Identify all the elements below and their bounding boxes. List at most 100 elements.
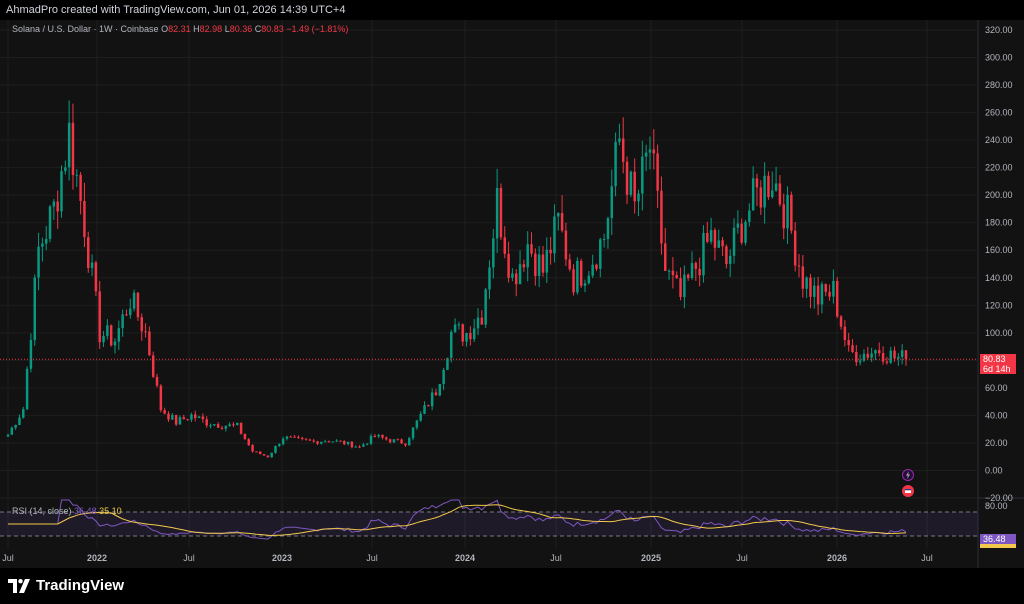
candle-body (247, 439, 250, 446)
candle-body (274, 446, 277, 453)
candle-body (151, 355, 155, 377)
candle-body (660, 190, 663, 244)
candle-body (851, 345, 854, 353)
candle-body (350, 441, 354, 448)
candle-body (190, 414, 193, 420)
candle-body (683, 274, 686, 298)
high-value: 82.98 (199, 24, 223, 34)
candle-body (664, 243, 667, 271)
calendar-flag-icon[interactable] (902, 485, 914, 497)
candle-body (793, 230, 797, 266)
candle-body (541, 254, 545, 273)
candle-body (820, 283, 824, 305)
candle-body (534, 253, 537, 276)
candle-body (453, 324, 457, 332)
candle-body (709, 230, 713, 242)
candle-body (289, 436, 293, 438)
candle-body (281, 438, 285, 445)
candle-body (109, 325, 113, 346)
candle-body (346, 441, 350, 445)
candle-body (564, 230, 568, 260)
candle-body (87, 237, 90, 269)
candle-body (331, 441, 335, 443)
candle-body (216, 424, 220, 428)
candle-body (232, 424, 235, 426)
candle-body (690, 263, 694, 279)
candle-body (335, 440, 338, 442)
time-tick-label: Jul (2, 553, 14, 563)
close-value: 80.83 (261, 24, 284, 34)
candle-body (25, 368, 29, 410)
time-axis: Jul 2022 Jul 2023 Jul 2024 Jul 2025 Jul 2026 Jul (2, 553, 933, 563)
candle-body (644, 152, 648, 157)
candle-body (748, 210, 751, 222)
candle-body (858, 360, 862, 363)
candle-body (373, 436, 377, 438)
candle-body (629, 171, 633, 195)
candle-body (411, 427, 415, 439)
lightning-icon[interactable] (902, 469, 914, 481)
candle-body (171, 414, 174, 420)
candle-body (125, 314, 128, 316)
candle-body (339, 440, 342, 442)
candle-body (113, 341, 117, 346)
time-tick-label: Jul (736, 553, 748, 563)
candle-body (182, 417, 186, 420)
price-tick-label: 140.00 (985, 273, 1013, 283)
candle-body (381, 434, 384, 438)
candle-body (495, 188, 499, 239)
candle-body (583, 283, 587, 286)
candle-body (782, 204, 785, 229)
candle-body (10, 427, 14, 435)
chart-canvas[interactable]: 80.00 320.00 300.00 280.00 260.00 240.00 220.… (0, 20, 1024, 568)
candle-body (889, 350, 892, 363)
candle-body (835, 280, 839, 317)
candle-body (728, 255, 732, 264)
candle-body (297, 436, 300, 438)
candle-body (801, 266, 805, 289)
tradingview-logo-text: TradingView (36, 577, 125, 594)
price-tick-label: 180.00 (985, 218, 1013, 228)
symbol-title[interactable]: Solana / U.S. Dollar · 1W · Coinbase (12, 24, 159, 34)
candle-body (37, 246, 40, 278)
candle-body (174, 414, 178, 425)
top-bar: AhmadPro created with TradingView.com, J… (0, 0, 1024, 20)
price-tick-label: 280.00 (985, 80, 1013, 90)
open-value: 82.31 (168, 24, 191, 34)
candle-body (771, 190, 774, 198)
candle-body (430, 392, 434, 407)
candle-body (809, 277, 812, 297)
bar-countdown: 6d 14h (983, 364, 1011, 374)
candle-body (33, 277, 36, 341)
candle-body (365, 443, 369, 445)
candle-body (767, 175, 770, 198)
candle-body (285, 436, 289, 439)
candle-body (41, 243, 44, 247)
candle-body (178, 417, 182, 425)
candle-body (136, 292, 140, 318)
candle-body (576, 260, 579, 293)
candle-body (885, 361, 889, 363)
candle-body (648, 149, 652, 153)
candle-body (522, 264, 526, 268)
tradingview-logo[interactable]: TradingView (8, 577, 124, 594)
time-tick-label: 2026 (827, 553, 847, 563)
candle-body (167, 413, 170, 420)
candle-body (29, 340, 33, 369)
candle-body (751, 178, 755, 211)
candle-body (897, 356, 900, 359)
price-tick-label: −20.00 (985, 493, 1013, 503)
candle-body (778, 183, 782, 205)
candle-body (503, 237, 507, 254)
rsi-value-tag: 36.48 (980, 534, 1016, 544)
candle-body (71, 122, 75, 175)
rsi-title[interactable]: RSI (14, close) (12, 506, 72, 516)
candle-body (698, 268, 701, 276)
candle-body (197, 416, 201, 419)
candle-body (614, 141, 617, 187)
candle-body (228, 424, 231, 427)
candle-body (553, 216, 556, 254)
candle-body (323, 441, 327, 443)
candle-body (90, 262, 94, 269)
candle-body (530, 244, 533, 254)
